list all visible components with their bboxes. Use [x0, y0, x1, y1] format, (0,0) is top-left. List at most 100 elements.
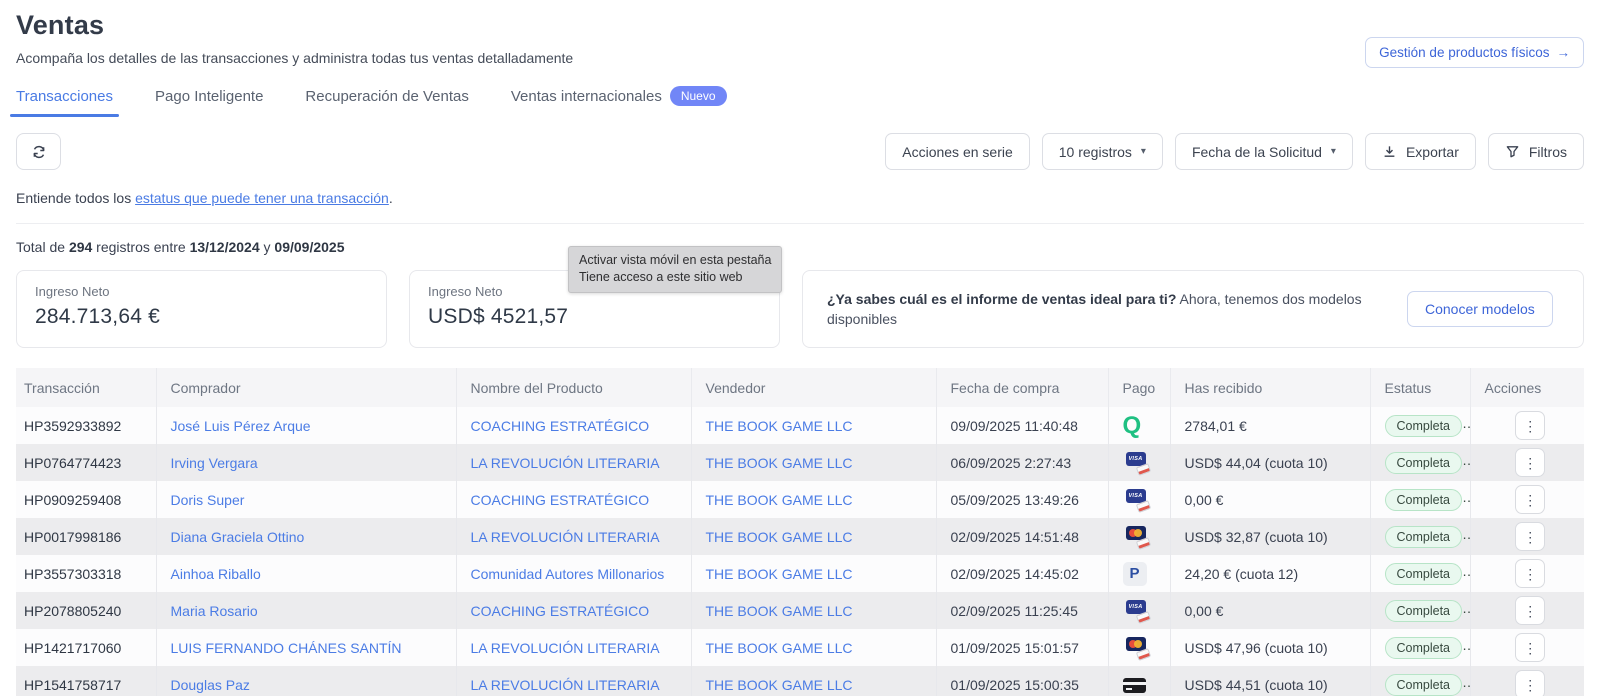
tab-label: Recuperación de Ventas — [305, 88, 468, 105]
purchase-date: 02/09/2025 14:51:48 — [936, 518, 1108, 555]
buyer-link-cell: Maria Rosario — [156, 592, 456, 629]
buyer-link[interactable]: Doris Super — [171, 492, 245, 508]
tab-pago-inteligente[interactable]: Pago Inteligente — [155, 88, 263, 117]
product-link[interactable]: LA REVOLUCIÓN LITERARIA — [471, 529, 660, 545]
row-actions-button[interactable]: ⋮ — [1515, 485, 1545, 514]
product-link[interactable]: LA REVOLUCIÓN LITERARIA — [471, 677, 660, 693]
sales-report-banner: ¿Ya sabes cuál es el informe de ventas i… — [802, 270, 1584, 348]
payment-method-cell-cell: VISA — [1108, 592, 1170, 629]
transaction-id: HP0909259408 — [16, 481, 156, 518]
status-badge: Completa — [1385, 563, 1463, 585]
product-link[interactable]: LA REVOLUCIÓN LITERARIA — [471, 455, 660, 471]
date-field-select[interactable]: Fecha de la Solicitud ▾ — [1175, 133, 1353, 170]
product-link[interactable]: COACHING ESTRATÉGICO — [471, 603, 650, 619]
date-select-value: Fecha de la Solicitud — [1192, 144, 1322, 160]
row-actions-button[interactable]: ⋮ — [1515, 670, 1545, 696]
summary-prefix: Total de — [16, 239, 69, 255]
purchase-date: 02/09/2025 11:25:45 — [936, 592, 1108, 629]
seller-link[interactable]: THE BOOK GAME LLC — [706, 640, 853, 656]
amount-received: USD$ 32,87 (cuota 10) — [1170, 518, 1370, 555]
table-body: HP3592933892 José Luis Pérez Arque COACHIN… — [16, 407, 1584, 696]
amount-received: 2784,01 € — [1170, 407, 1370, 444]
row-actions-button-cell: ⋮ — [1470, 666, 1584, 696]
tab-label: Pago Inteligente — [155, 88, 263, 105]
bulk-actions-button[interactable]: Acciones en serie — [885, 133, 1030, 170]
buyer-link[interactable]: Ainhoa Riballo — [171, 566, 261, 582]
product-link-cell: LA REVOLUCIÓN LITERARIA — [456, 666, 691, 696]
row-actions-button-cell: ⋮ — [1470, 629, 1584, 666]
seller-link[interactable]: THE BOOK GAME LLC — [706, 455, 853, 471]
filters-button[interactable]: Filtros — [1488, 133, 1584, 170]
status-badge-cell: Completa — [1370, 481, 1470, 518]
payment-method-cell-cell — [1108, 629, 1170, 666]
row-actions-button[interactable]: ⋮ — [1515, 411, 1545, 440]
product-link[interactable]: COACHING ESTRATÉGICO — [471, 492, 650, 508]
seller-link[interactable]: THE BOOK GAME LLC — [706, 603, 853, 619]
export-button[interactable]: Exportar — [1365, 133, 1476, 170]
buyer-link[interactable]: José Luis Pérez Arque — [171, 418, 311, 434]
records-per-page-select[interactable]: 10 registros ▾ — [1042, 133, 1163, 170]
purchase-date: 01/09/2025 15:01:57 — [936, 629, 1108, 666]
row-actions-button[interactable]: ⋮ — [1515, 522, 1545, 551]
buyer-link-cell: Douglas Paz — [156, 666, 456, 696]
product-link-cell: Comunidad Autores Millonarios — [456, 555, 691, 592]
buyer-link[interactable]: Diana Graciela Ottino — [171, 529, 305, 545]
records-count: 294 — [69, 239, 92, 255]
amount-received: USD$ 44,04 (cuota 10) — [1170, 444, 1370, 481]
net-income-card-eur: Ingreso Neto 284.713,64 € — [16, 270, 387, 348]
row-actions-button-cell: ⋮ — [1470, 481, 1584, 518]
summary-connector: y — [260, 239, 275, 255]
tab-recuperacion-ventas[interactable]: Recuperación de Ventas — [305, 88, 468, 117]
transaction-status-link[interactable]: estatus que puede tener una transacción — [135, 190, 389, 206]
seller-link[interactable]: THE BOOK GAME LLC — [706, 529, 853, 545]
tab-ventas-internacionales[interactable]: Ventas internacionales Nuevo — [511, 86, 727, 118]
row-actions-button[interactable]: ⋮ — [1515, 633, 1545, 662]
tab-transacciones[interactable]: Transacciones — [16, 88, 113, 117]
transaction-id: HP3592933892 — [16, 407, 156, 444]
tab-label: Transacciones — [16, 88, 113, 105]
physical-products-button[interactable]: Gestión de productos físicos → — [1365, 37, 1584, 68]
product-link[interactable]: Comunidad Autores Millonarios — [471, 566, 665, 582]
visa-card-icon: VISA — [1123, 452, 1151, 474]
column-header-estatus: Estatus — [1370, 368, 1470, 407]
product-link-cell: COACHING ESTRATÉGICO — [456, 407, 691, 444]
transaction-id: HP3557303318 — [16, 555, 156, 592]
buyer-link-cell: Ainhoa Riballo — [156, 555, 456, 592]
payment-method-cell-cell: VISA — [1108, 444, 1170, 481]
physical-products-label: Gestión de productos físicos — [1379, 45, 1549, 60]
row-actions-button[interactable]: ⋮ — [1515, 596, 1545, 625]
refresh-button[interactable] — [16, 133, 61, 170]
product-link-cell: LA REVOLUCIÓN LITERARIA — [456, 629, 691, 666]
column-header-fecha-de-compra: Fecha de compra — [936, 368, 1108, 407]
row-actions-button-cell: ⋮ — [1470, 555, 1584, 592]
row-actions-button[interactable]: ⋮ — [1515, 559, 1545, 588]
row-actions-button-cell: ⋮ — [1470, 518, 1584, 555]
refresh-icon — [31, 144, 47, 160]
buyer-link[interactable]: LUIS FERNANDO CHÁNES SANTÍN — [171, 640, 402, 656]
seller-link[interactable]: THE BOOK GAME LLC — [706, 418, 853, 434]
chevron-down-icon: ▾ — [1331, 146, 1336, 157]
table-row: HP1421717060LUIS FERNANDO CHÁNES SANTÍNL… — [16, 629, 1584, 666]
buyer-link[interactable]: Maria Rosario — [171, 603, 258, 619]
row-actions-button[interactable]: ⋮ — [1515, 448, 1545, 477]
table-header: TransacciónCompradorNombre del ProductoV… — [16, 368, 1584, 407]
table-row: HP0017998186Diana Graciela OttinoLA REVO… — [16, 518, 1584, 555]
product-link-cell: LA REVOLUCIÓN LITERARIA — [456, 518, 691, 555]
buyer-link[interactable]: Irving Vergara — [171, 455, 258, 471]
status-badge-cell: Completa — [1370, 518, 1470, 555]
product-link-cell: COACHING ESTRATÉGICO — [456, 481, 691, 518]
seller-link[interactable]: THE BOOK GAME LLC — [706, 566, 853, 582]
download-icon — [1382, 144, 1397, 159]
product-link[interactable]: COACHING ESTRATÉGICO — [471, 418, 650, 434]
status-badge: Completa — [1385, 489, 1463, 511]
net-income-value-eur: 284.713,64 € — [35, 305, 368, 329]
column-header-has-recibido: Has recibido — [1170, 368, 1370, 407]
know-models-button[interactable]: Conocer modelos — [1407, 291, 1553, 327]
tooltip-line-2: Tiene acceso a este sitio web — [579, 269, 771, 286]
buyer-link[interactable]: Douglas Paz — [171, 677, 250, 693]
payment-method-cell-cell: P — [1108, 555, 1170, 592]
product-link[interactable]: LA REVOLUCIÓN LITERARIA — [471, 640, 660, 656]
seller-link[interactable]: THE BOOK GAME LLC — [706, 492, 853, 508]
seller-link[interactable]: THE BOOK GAME LLC — [706, 677, 853, 693]
row-actions-button-cell: ⋮ — [1470, 407, 1584, 444]
